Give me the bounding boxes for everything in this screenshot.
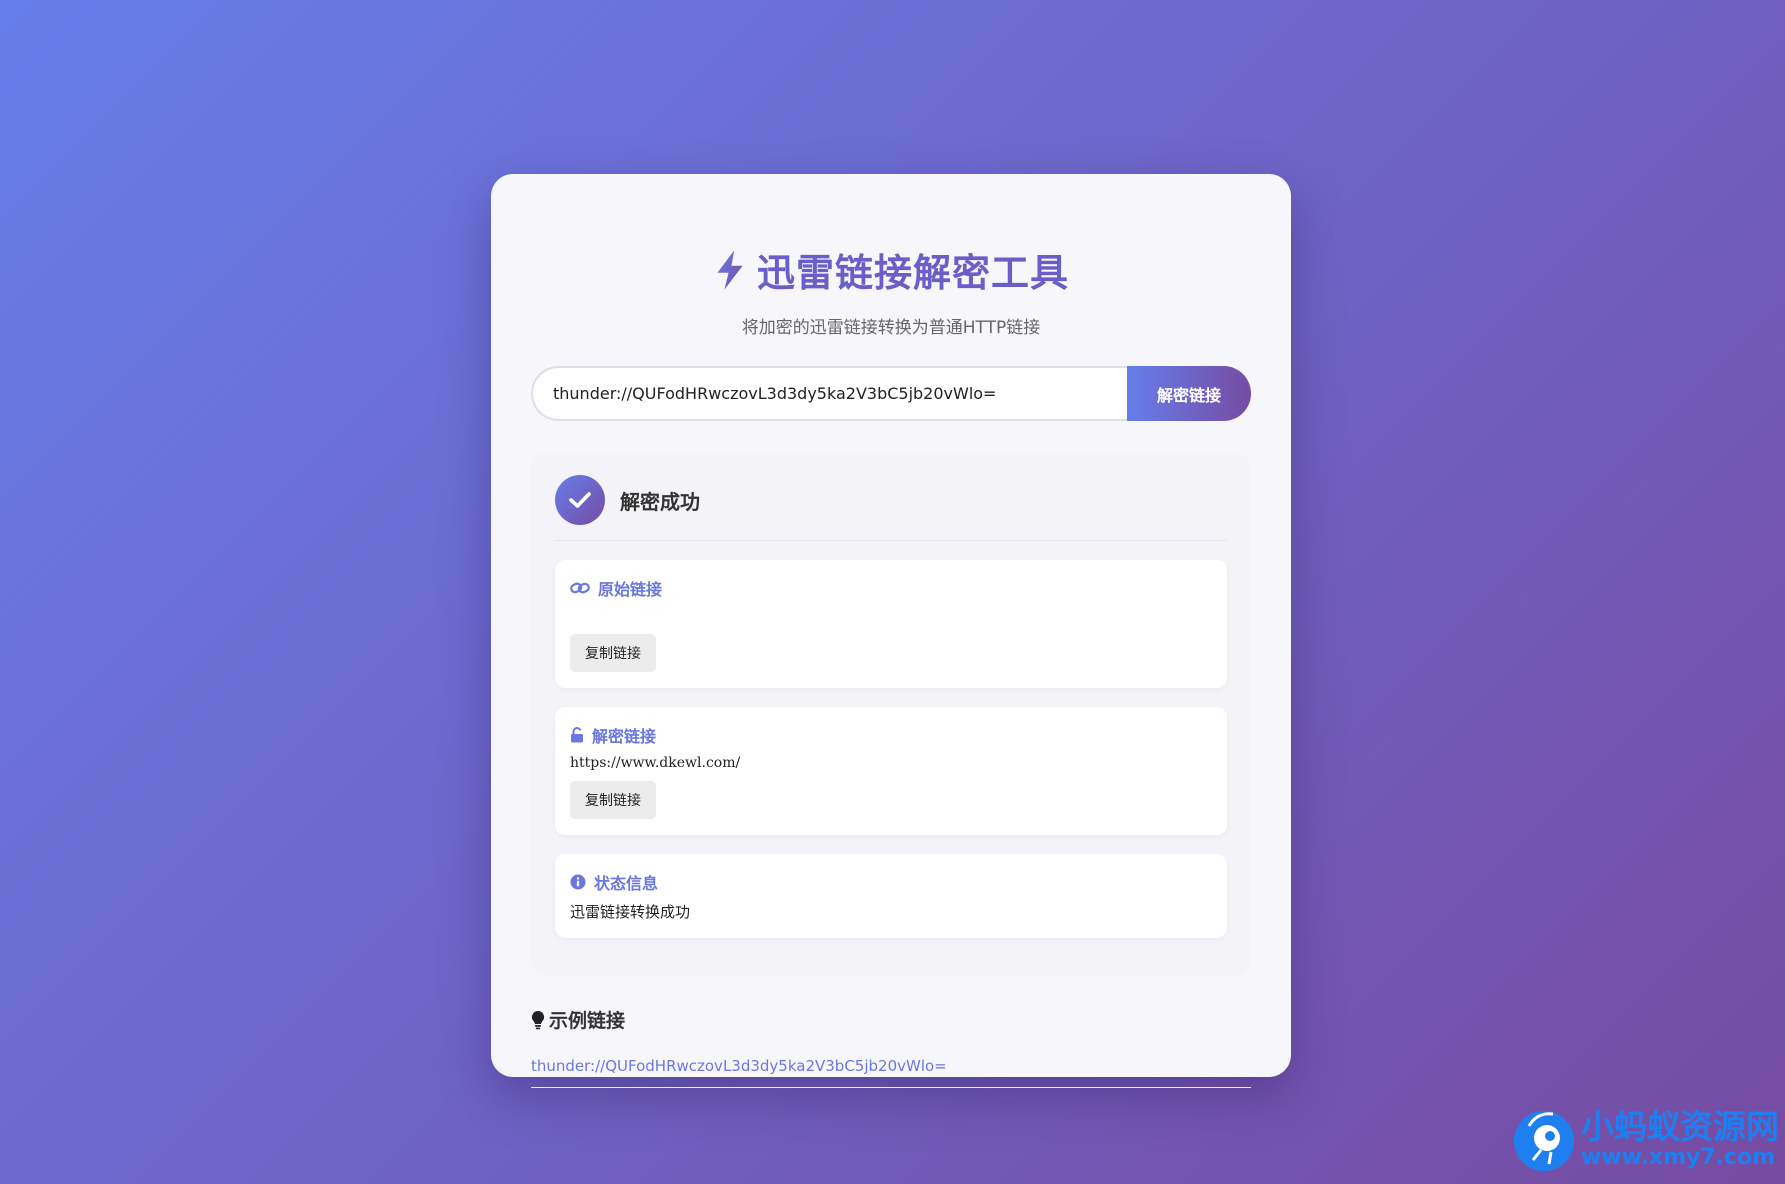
success-check-icon [555, 475, 605, 525]
watermark-name: 小蚂蚁资源网 [1581, 1106, 1779, 1146]
copy-original-button[interactable]: 复制链接 [570, 634, 656, 672]
title-row: 迅雷链接解密工具 [531, 242, 1251, 297]
copy-decrypted-button[interactable]: 复制链接 [570, 781, 656, 819]
link-icon [570, 582, 590, 594]
result-panel: 解密成功 原始链接 复制链接 解密链接 https://www.dkewl.co… [531, 453, 1251, 976]
page-title: 迅雷链接解密工具 [756, 251, 1069, 295]
decrypt-button[interactable]: 解密链接 [1127, 366, 1251, 421]
decrypt-card: 迅雷链接解密工具 将加密的迅雷链接转换为普通HTTP链接 解密链接 解密成功 原… [491, 174, 1291, 1088]
lightbulb-icon [531, 1010, 545, 1029]
thunder-link-input[interactable] [531, 366, 1127, 421]
decrypt-form: 解密链接 [531, 366, 1251, 421]
status-box: 状态信息 迅雷链接转换成功 [555, 854, 1227, 938]
decrypted-link-value: https://www.dkewl.com/ [570, 755, 741, 771]
status-head: 状态信息 [570, 870, 1212, 894]
status-title: 状态信息 [594, 874, 659, 893]
result-title: 解密成功 [620, 489, 700, 514]
decrypted-link-title: 解密链接 [592, 727, 657, 746]
unlock-icon [571, 727, 583, 743]
decrypted-link-box: 解密链接 https://www.dkewl.com/ 复制链接 [555, 707, 1227, 835]
bolt-icon [717, 249, 743, 290]
info-icon [570, 874, 586, 890]
ant-logo-icon [1514, 1111, 1574, 1171]
examples-title: 示例链接 [549, 1010, 626, 1032]
page-subtitle: 将加密的迅雷链接转换为普通HTTP链接 [741, 318, 1041, 338]
original-link-head: 原始链接 [570, 576, 1212, 600]
result-header: 解密成功 [555, 475, 1227, 541]
decrypted-link-head: 解密链接 [570, 723, 1212, 747]
example-link[interactable]: thunder://QUFodHRwczovL3d3dy5ka2V3bC5jb2… [531, 1057, 1251, 1088]
watermark-text: 小蚂蚁资源网 www.xmy7.com [1581, 1110, 1779, 1169]
original-link-box: 原始链接 复制链接 [555, 560, 1227, 688]
watermark-url: www.xmy7.com [1581, 1144, 1776, 1170]
site-watermark: 小蚂蚁资源网 www.xmy7.com [1509, 1104, 1779, 1174]
original-link-value [570, 608, 1212, 626]
status-text: 迅雷链接转换成功 [570, 903, 691, 921]
examples-head: 示例链接 [531, 1006, 1251, 1033]
original-link-title: 原始链接 [598, 580, 663, 599]
